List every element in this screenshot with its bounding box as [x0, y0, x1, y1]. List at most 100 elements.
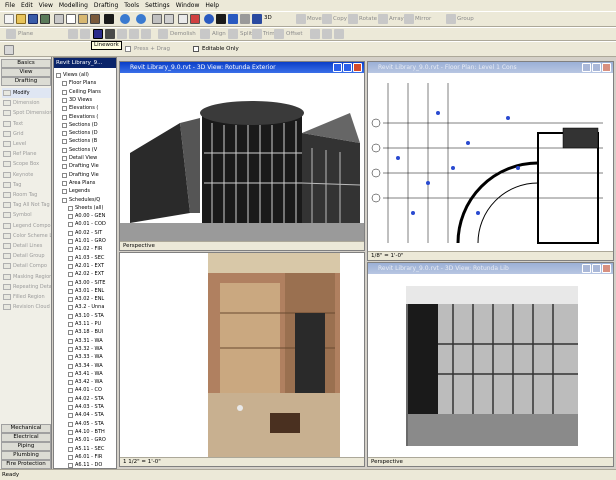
group-icon[interactable] [446, 14, 456, 24]
expand-icon[interactable] [68, 413, 73, 419]
expand-icon[interactable] [62, 172, 67, 178]
expand-icon[interactable] [68, 355, 73, 361]
trim-label[interactable]: Trim [263, 31, 275, 37]
expand-icon[interactable] [68, 371, 73, 377]
menu-tools[interactable]: Tools [121, 0, 142, 11]
expand-icon[interactable] [68, 346, 73, 352]
thin-lines-icon[interactable] [178, 14, 188, 24]
expand-icon[interactable] [62, 180, 67, 186]
expand-icon[interactable] [68, 429, 73, 435]
palette-item[interactable]: Masking Region [2, 272, 51, 282]
palette-item[interactable]: Detail Group [2, 251, 51, 261]
expand-icon[interactable] [68, 305, 73, 311]
rotate-icon[interactable] [348, 14, 358, 24]
maximize-icon[interactable] [592, 63, 601, 72]
open-icon[interactable] [16, 14, 26, 24]
undo-icon[interactable] [120, 14, 130, 24]
tab-basics[interactable]: Basics [1, 59, 51, 68]
expand-icon[interactable] [68, 454, 73, 460]
palette-item[interactable]: Color Scheme L [2, 231, 51, 241]
palette-item[interactable]: Filled Region [2, 292, 51, 302]
browser-tree-item[interactable]: A6.11 - DO [54, 461, 116, 468]
view-rotunda-exterior[interactable]: Revit Library_9.0.rvt - 3D View: Rotunda… [119, 61, 365, 251]
palette-item[interactable]: Ref Plane [2, 149, 51, 159]
view-scale-label[interactable]: Perspective [123, 243, 155, 249]
elevation-icon[interactable] [164, 14, 174, 24]
expand-icon[interactable] [62, 189, 67, 195]
tab-piping[interactable]: Piping [1, 442, 51, 451]
palette-item[interactable]: Legend Compo [2, 221, 51, 231]
tab-plumbing[interactable]: Plumbing [1, 451, 51, 460]
expand-icon[interactable] [62, 89, 67, 95]
cut-icon[interactable] [54, 14, 64, 24]
editable-only-checkbox[interactable] [193, 46, 199, 52]
expand-icon[interactable] [62, 81, 67, 87]
expand-icon[interactable] [68, 446, 73, 452]
palette-item[interactable]: Text [2, 119, 51, 129]
view-scale-label[interactable]: Perspective [371, 459, 403, 465]
group-label[interactable]: Group [457, 16, 474, 22]
copy-label[interactable]: Copy [333, 16, 347, 22]
palette-item[interactable]: Repeating Deta [2, 282, 51, 292]
expand-icon[interactable] [62, 147, 67, 153]
expand-icon[interactable] [68, 421, 73, 427]
menu-file[interactable]: File [2, 0, 18, 11]
expand-icon[interactable] [68, 388, 73, 394]
view-rotunda-lib[interactable]: Revit Library_9.0.rvt - 3D View: Rotunda… [367, 262, 614, 467]
palette-item[interactable]: Modify [2, 88, 51, 98]
expand-icon[interactable] [68, 297, 73, 303]
expand-icon[interactable] [62, 164, 67, 170]
linework-tool-icon[interactable] [68, 29, 78, 39]
type-selector-icon[interactable] [4, 45, 14, 55]
palette-item[interactable]: Scope Box [2, 159, 51, 169]
palette-item[interactable]: Tag All Not Tag [2, 200, 51, 210]
expand-icon[interactable] [68, 405, 73, 410]
expand-icon[interactable] [62, 131, 67, 137]
expand-icon[interactable] [68, 214, 73, 220]
expand-icon[interactable] [62, 114, 67, 120]
split-face-icon[interactable] [105, 29, 115, 39]
expand-icon[interactable] [68, 280, 73, 286]
pin-icon[interactable] [322, 29, 332, 39]
offset-label[interactable]: Offset [286, 31, 303, 37]
align-label[interactable]: Align [212, 31, 226, 37]
rotate-label[interactable]: Rotate [359, 16, 377, 22]
array-icon[interactable] [378, 14, 388, 24]
mirror-label[interactable]: Mirror [415, 16, 431, 22]
press-drag-checkbox[interactable] [125, 46, 131, 52]
minimize-icon[interactable] [582, 264, 591, 273]
expand-icon[interactable] [68, 363, 73, 369]
menu-modelling[interactable]: Modelling [56, 0, 91, 11]
tab-electrical[interactable]: Electrical [1, 433, 51, 442]
align-icon[interactable] [200, 29, 210, 39]
expand-icon[interactable] [62, 106, 67, 112]
expand-icon[interactable] [68, 396, 73, 402]
expand-icon[interactable] [68, 313, 73, 319]
maximize-icon[interactable] [343, 63, 352, 72]
menu-view[interactable]: View [36, 0, 56, 11]
wall-joins-icon[interactable] [141, 29, 151, 39]
linework-icon[interactable] [93, 29, 103, 39]
close-icon[interactable] [602, 264, 611, 273]
palette-item[interactable]: Grid [2, 129, 51, 139]
tab-fire-protection[interactable]: Fire Protection [1, 460, 51, 469]
expand-icon[interactable] [62, 197, 67, 203]
resize-icon[interactable] [310, 29, 320, 39]
tab-mechanical[interactable]: Mechanical [1, 424, 51, 433]
expand-icon[interactable] [68, 322, 73, 327]
trim-icon[interactable] [252, 29, 262, 39]
palette-item[interactable]: Revision Cloud [2, 302, 51, 312]
offset-icon[interactable] [274, 29, 284, 39]
menu-window[interactable]: Window [173, 0, 203, 11]
zoom-icon[interactable] [204, 14, 214, 24]
split-icon[interactable] [228, 29, 238, 39]
palette-item[interactable]: Detail Lines [2, 241, 51, 251]
expand-icon[interactable] [62, 97, 67, 103]
minimize-icon[interactable] [582, 63, 591, 72]
expand-icon[interactable] [68, 247, 73, 253]
save-icon[interactable] [28, 14, 38, 24]
expand-icon[interactable] [62, 156, 67, 161]
redo-icon[interactable] [136, 14, 146, 24]
expand-icon[interactable] [68, 255, 73, 261]
palette-item[interactable]: Spot Dimension [2, 108, 51, 118]
